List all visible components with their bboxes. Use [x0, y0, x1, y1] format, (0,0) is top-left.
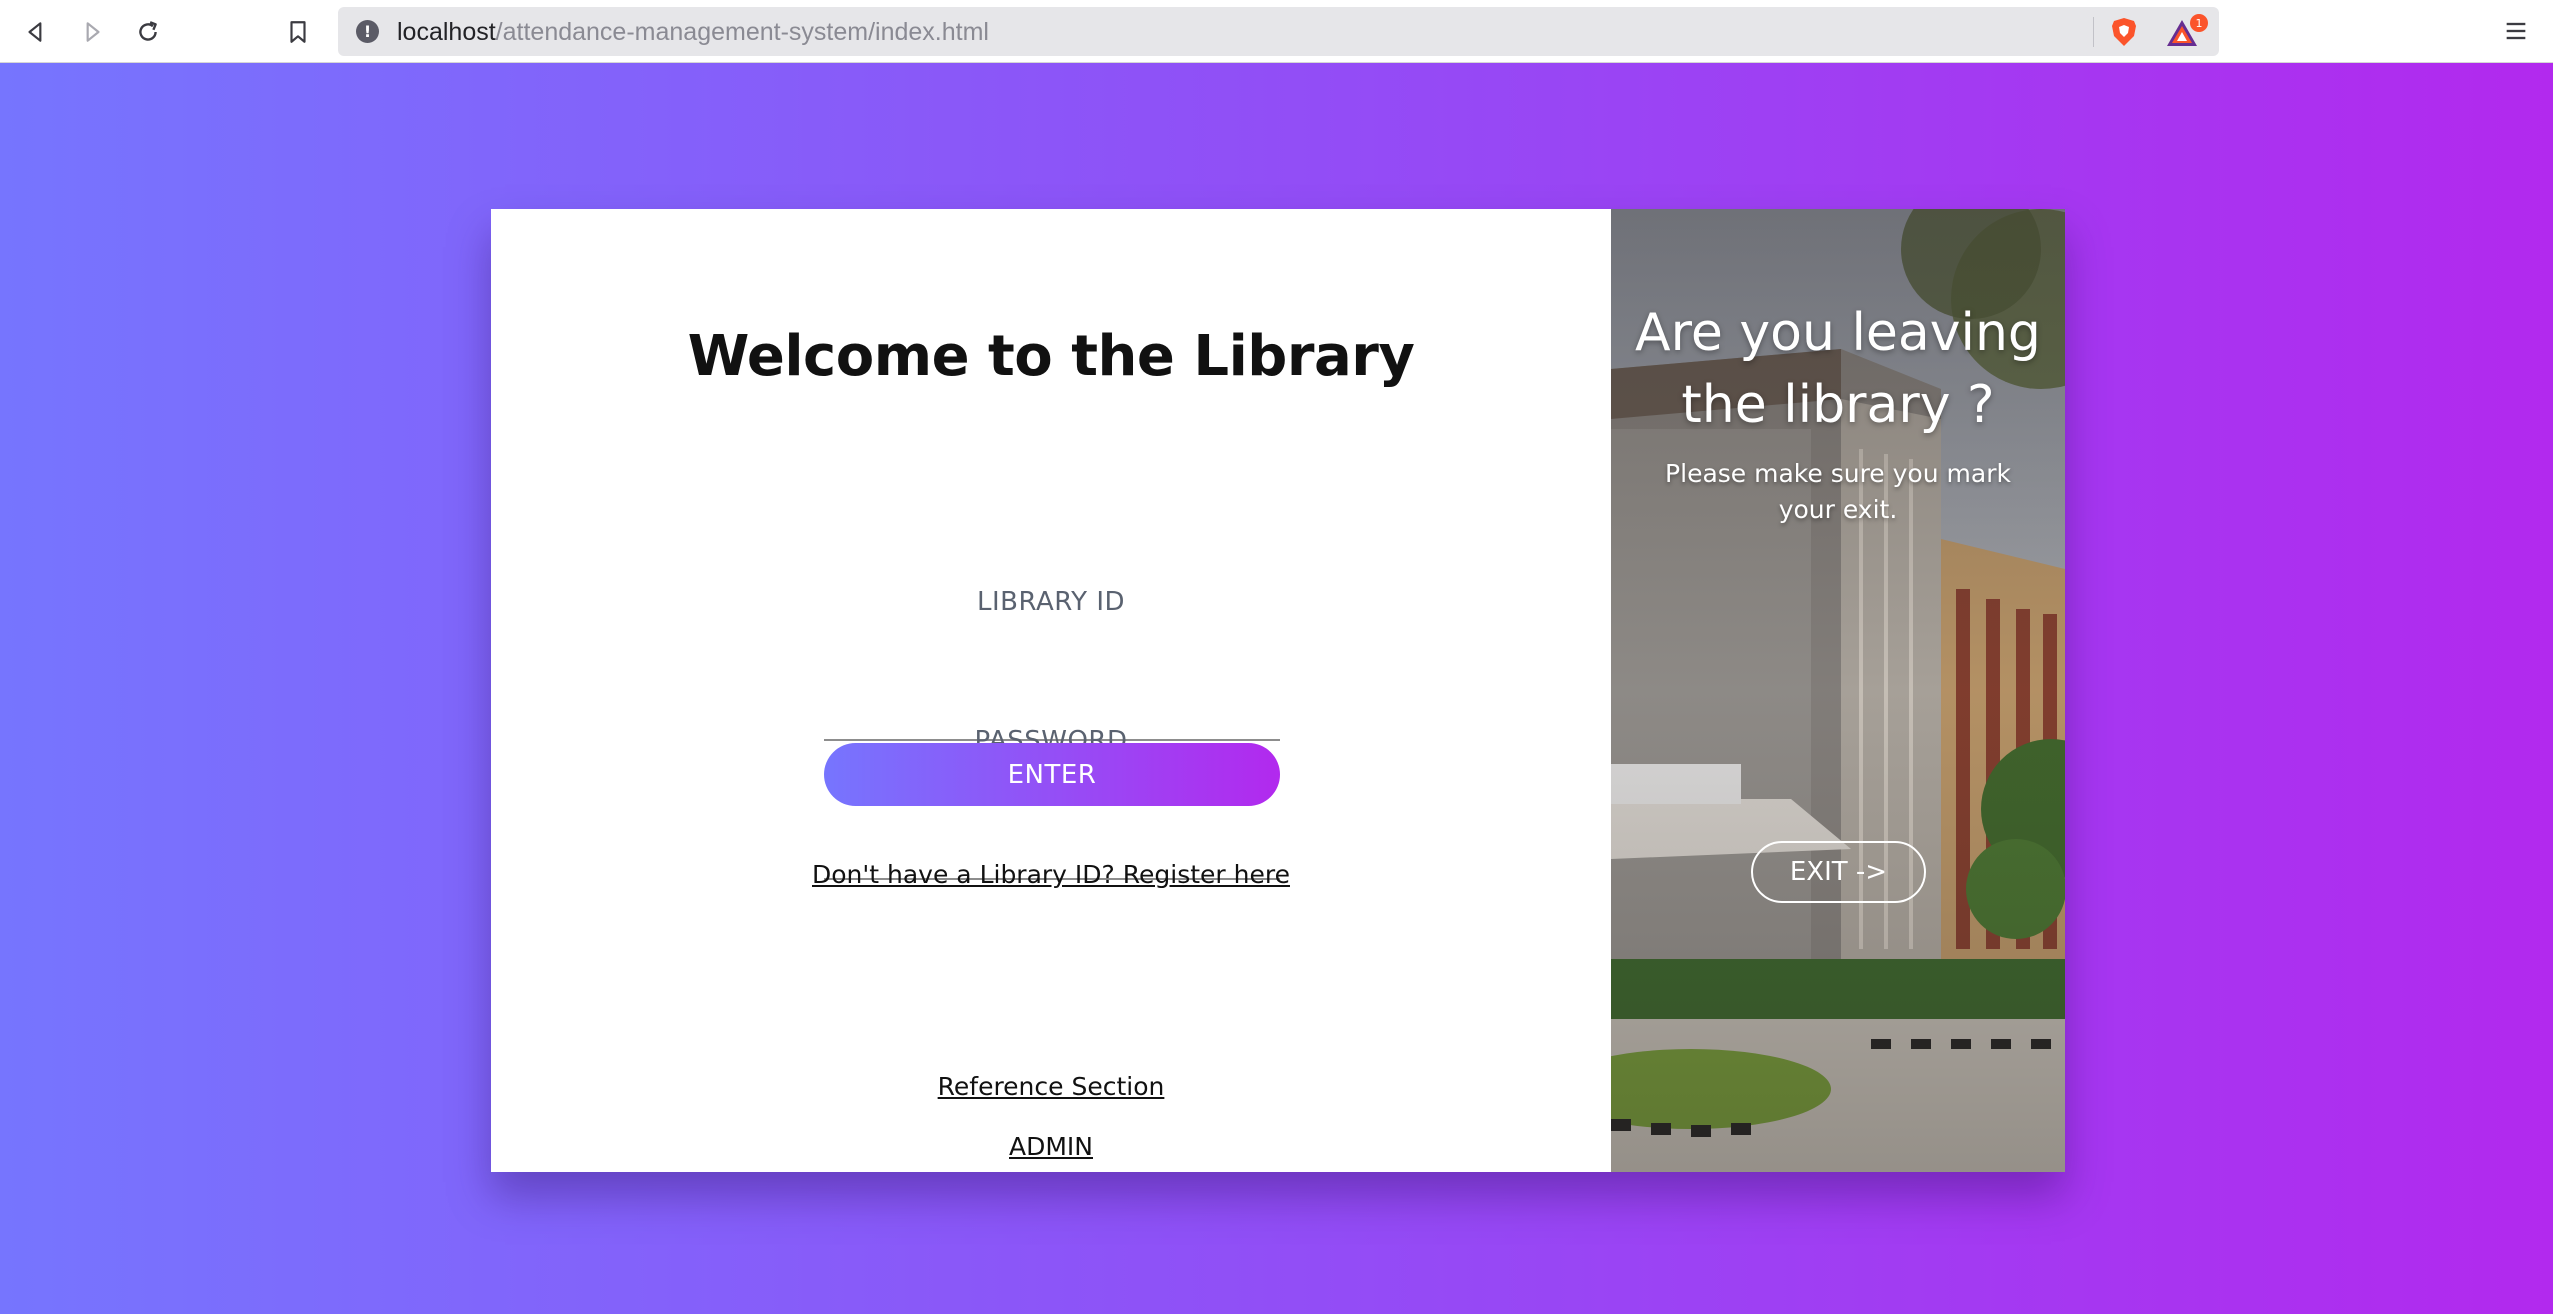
- enter-button[interactable]: ENTER: [824, 743, 1280, 806]
- page-title: Welcome to the Library: [687, 324, 1415, 389]
- url-host: localhost: [397, 18, 496, 46]
- url-divider: [2093, 17, 2094, 47]
- reload-icon: [139, 21, 157, 41]
- reload-button[interactable]: [128, 12, 168, 52]
- forward-button[interactable]: [72, 12, 112, 52]
- library-id-label: LIBRARY ID: [976, 587, 1126, 617]
- exit-button[interactable]: EXIT ->: [1751, 841, 1926, 903]
- browser-toolbar: ! localhost/attendance-management-system…: [0, 0, 2553, 63]
- exit-panel-content: Are you leaving the library ? Please mak…: [1611, 209, 2065, 1172]
- forward-icon: [86, 22, 100, 42]
- address-bar[interactable]: ! localhost/attendance-management-system…: [338, 7, 2219, 56]
- bookmark-icon: [290, 21, 306, 43]
- url-path: /attendance-management-system/index.html: [495, 18, 989, 46]
- back-icon: [28, 22, 42, 42]
- url-text[interactable]: localhost/attendance-management-system/i…: [397, 18, 989, 47]
- exit-panel: Are you leaving the library ? Please mak…: [1611, 209, 2065, 1172]
- register-link[interactable]: Don't have a Library ID? Register here: [491, 860, 1611, 889]
- page-background: Welcome to the Library LIBRARY ID PASSWO…: [0, 63, 2553, 1314]
- rewards-badge: 1: [2190, 14, 2208, 32]
- admin-link[interactable]: ADMIN: [1009, 1132, 1093, 1161]
- login-card: Welcome to the Library LIBRARY ID PASSWO…: [491, 209, 2065, 1172]
- bookmark-button[interactable]: [278, 12, 318, 52]
- menu-icon[interactable]: [2502, 17, 2530, 45]
- exit-text: Please make sure you mark your exit.: [1665, 459, 2011, 524]
- login-panel: Welcome to the Library LIBRARY ID PASSWO…: [491, 209, 1611, 1172]
- brave-shields-icon[interactable]: [2108, 16, 2140, 48]
- site-info-icon[interactable]: !: [356, 20, 379, 43]
- back-button[interactable]: [16, 12, 56, 52]
- exit-title: Are you leaving the library ?: [1635, 303, 2041, 435]
- reference-section-link[interactable]: Reference Section: [938, 1072, 1165, 1101]
